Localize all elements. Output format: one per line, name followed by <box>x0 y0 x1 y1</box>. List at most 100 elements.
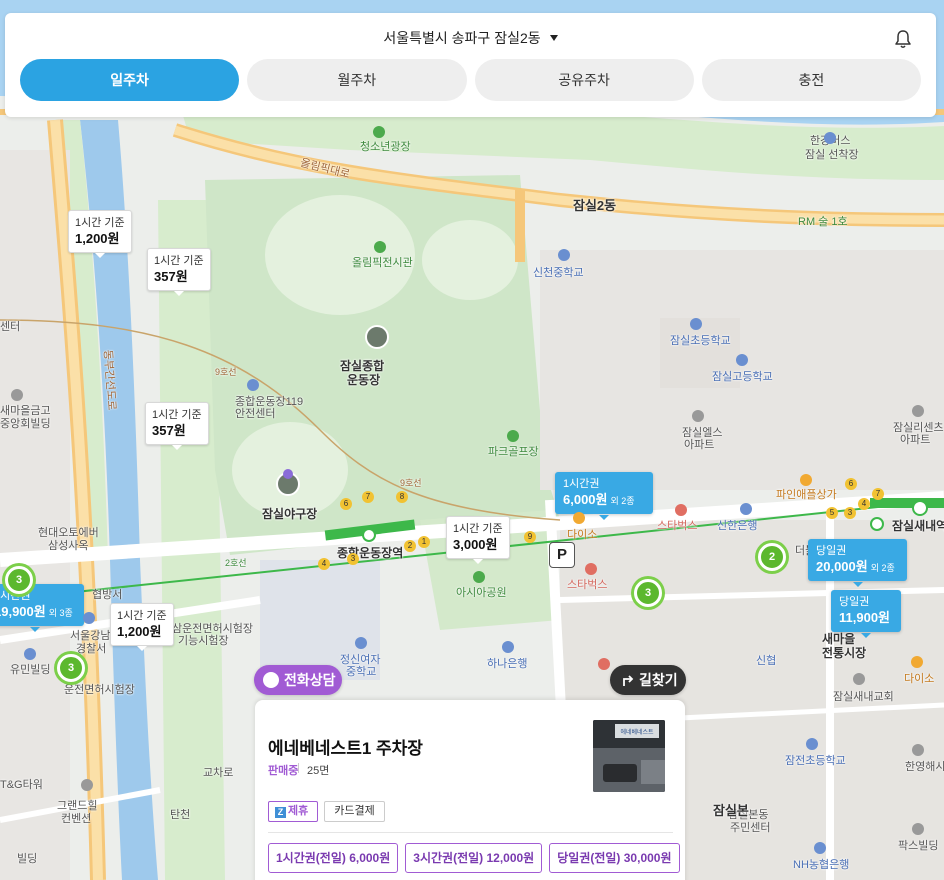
map-label: 잠실본 <box>713 803 749 818</box>
building-icon <box>912 744 924 756</box>
ticket-options: 1시간권(전일) 6,000원 3시간권(전일) 12,000원 당일권(전일)… <box>268 843 680 873</box>
map-label: 잠실초등학교 <box>670 335 731 347</box>
station-number: 5 <box>826 507 838 519</box>
stadium-icon <box>365 325 389 349</box>
school-icon <box>558 249 570 261</box>
map-label: 하나은행 <box>487 658 528 670</box>
price-marker[interactable]: 1시간 기준 357원 <box>145 402 209 450</box>
station-number: 4 <box>858 498 870 510</box>
shop-icon <box>800 474 812 486</box>
apartment-icon <box>912 405 924 417</box>
map-label: 삼성사옥 <box>48 540 89 552</box>
map-label: RM 술 1호 <box>798 216 848 228</box>
map-label: 잠실고등학교 <box>712 371 773 383</box>
map-label: 센터 <box>0 321 21 333</box>
ticket-option-1h[interactable]: 1시간권(전일) 6,000원 <box>268 843 399 873</box>
park-poi-icon <box>374 241 386 253</box>
park-poi-icon <box>373 126 385 138</box>
sale-status: 판매중 <box>268 765 299 777</box>
parking-location-marker[interactable]: P <box>549 542 575 568</box>
price-marker-label: 1시간 기준 <box>154 255 204 267</box>
ticket-marker-label: 당일권 <box>816 545 847 557</box>
ticket-marker-amount: 6,000원 <box>563 492 608 507</box>
partner-tag: Z 제휴 <box>268 801 319 822</box>
bank-icon <box>814 842 826 854</box>
ticket-marker-extra: 외 2종 <box>610 496 635 506</box>
map-label: 교차로 <box>203 767 234 779</box>
map-label: 파인애플상가 <box>776 489 837 501</box>
parking-cluster[interactable]: 3 <box>634 579 662 607</box>
ticket-marker-extra: 외 2종 <box>870 563 895 573</box>
ticket-option-3h[interactable]: 3시간권(전일) 12,000원 <box>405 843 543 873</box>
school-icon <box>690 318 702 330</box>
price-marker-label: 1시간 기준 <box>152 409 202 421</box>
location-selector[interactable]: 서울특별시 송파구 잠실2동 <box>5 28 936 48</box>
price-marker-label: 1시간 기준 <box>117 610 167 622</box>
tab-daily-parking[interactable]: 일주차 <box>20 59 240 101</box>
map-label: 전통시장 <box>822 646 867 660</box>
tab-shared-parking[interactable]: 공유주차 <box>474 59 694 101</box>
price-marker-amount: 1,200원 <box>75 231 120 246</box>
price-marker-amount: 1,200원 <box>117 624 162 639</box>
price-marker[interactable]: 1시간 기준 1,200원 <box>110 603 174 651</box>
park-poi-icon <box>473 571 485 583</box>
fire-station-icon <box>247 379 259 391</box>
tab-charging[interactable]: 충전 <box>701 59 921 101</box>
map-label: 기능시험장 <box>178 635 229 647</box>
shop-icon <box>573 512 585 524</box>
headset-icon <box>263 672 279 688</box>
price-marker[interactable]: 1시간 기준 1,200원 <box>68 210 132 258</box>
price-marker-label: 1시간 기준 <box>453 523 503 535</box>
school-icon <box>355 637 367 649</box>
map-label: 잠실새내역 <box>892 519 944 533</box>
ticket-marker[interactable]: 1시간권 6,000원 외 2종 <box>555 472 653 520</box>
station-number: 3 <box>347 553 359 565</box>
price-marker[interactable]: 1시간 기준 3,000원 <box>446 516 510 564</box>
location-text: 서울특별시 송파구 잠실2동 <box>383 30 541 46</box>
ticket-option-day[interactable]: 당일권(전일) 30,000원 <box>549 843 680 873</box>
top-header: 서울특별시 송파구 잠실2동 일주차 월주차 공유주차 충전 <box>5 13 936 117</box>
location-pin-icon <box>283 469 293 479</box>
ticket-marker-amount: 19,900원 <box>0 604 46 619</box>
price-marker[interactable]: 1시간 기준 357원 <box>147 248 211 296</box>
parking-cluster[interactable]: 3 <box>57 654 85 682</box>
phone-consult-label: 전화상담 <box>284 672 336 688</box>
map-label: 안전센터 <box>235 408 276 420</box>
card-payment-tag: 카드결제 <box>324 801 385 822</box>
map-label: 잠실야구장 <box>262 507 318 521</box>
parking-cluster[interactable]: 3 <box>5 566 33 594</box>
map-label: 신협 <box>756 655 777 667</box>
parking-lot-photo[interactable]: 에네베네스트 <box>593 720 665 792</box>
station-number: 2 <box>404 540 416 552</box>
space-count: 25면 <box>307 765 330 777</box>
phone-consult-button[interactable]: 전화상담 <box>254 665 342 695</box>
ferry-icon <box>824 132 836 144</box>
map-label: 9호선 <box>215 367 237 377</box>
bell-icon[interactable] <box>894 29 912 49</box>
bank-icon <box>502 641 514 653</box>
map-label: 청소년광장 <box>360 141 411 153</box>
map-label: 파크골프장 <box>488 446 539 458</box>
map-label: 주민센터 <box>730 822 771 834</box>
cafe-icon <box>598 658 610 670</box>
station-number: 7 <box>362 491 374 503</box>
turn-right-arrow-icon <box>623 675 634 686</box>
map-label: 중학교 <box>346 666 377 678</box>
category-tabs: 일주차 월주차 공유주차 충전 <box>20 59 921 101</box>
station-number: 6 <box>845 478 857 490</box>
directions-button[interactable]: 길찾기 <box>610 665 686 695</box>
map-label: 운동장 <box>347 373 381 387</box>
caret-down-icon <box>549 35 558 41</box>
map-label: 아시아공원 <box>456 587 507 599</box>
ticket-marker-amount: 11,900원 <box>839 610 891 625</box>
map-label: 잠전초등학교 <box>785 755 846 767</box>
parking-cluster[interactable]: 2 <box>758 543 786 571</box>
partner-logo-icon: Z <box>275 807 286 818</box>
parking-lot-card[interactable]: 에네베네스트1 주차장 판매중 25면 에네베네스트 Z 제휴 카드결제 1시간권… <box>255 700 685 880</box>
map-label: 한영해시 <box>905 761 944 773</box>
cafe-icon <box>675 504 687 516</box>
ticket-marker[interactable]: 당일권 11,900원 <box>831 590 901 638</box>
tab-monthly-parking[interactable]: 월주차 <box>247 59 467 101</box>
ticket-marker[interactable]: 당일권 20,000원 외 2종 <box>808 539 907 587</box>
station-number: 1 <box>418 536 430 548</box>
